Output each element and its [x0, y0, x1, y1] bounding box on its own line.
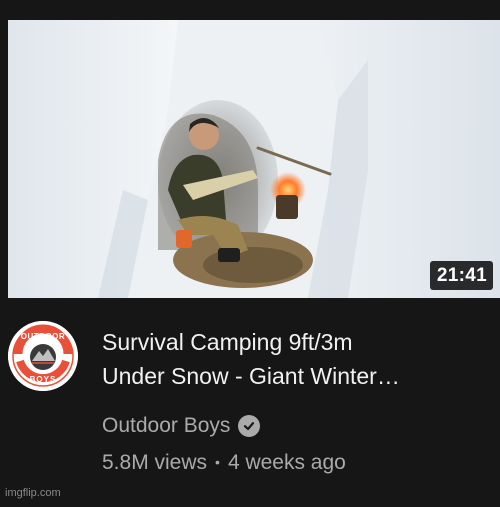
thumbnail-image [8, 20, 500, 298]
video-card[interactable]: 21:41 OUTDOOR BOYS Survival Camping 9ft/… [0, 0, 500, 507]
duration-badge: 21:41 [429, 261, 493, 290]
avatar-top-text: OUTDOOR [21, 332, 65, 341]
video-thumbnail[interactable]: 21:41 [8, 20, 500, 298]
upload-age: 4 weeks ago [227, 451, 346, 474]
watermark: imgflip.com [5, 487, 61, 499]
verified-check-icon [238, 415, 261, 437]
avatar-bottom-text: BOYS [30, 375, 57, 384]
meta-separator: • [215, 454, 220, 470]
outdoor-boys-logo-icon: OUTDOOR BOYS [8, 321, 78, 391]
channel-info[interactable]: Outdoor Boys [102, 414, 261, 438]
video-metadata: 5.8M views • 4 weeks ago [102, 451, 346, 475]
video-title-line-1: Survival Camping 9ft/3m [102, 329, 353, 355]
channel-avatar[interactable]: OUTDOOR BOYS [8, 321, 78, 391]
video-title[interactable]: Survival Camping 9ft/3m Under Snow - Gia… [102, 325, 462, 393]
view-count: 5.8M views [102, 451, 208, 474]
video-title-line-2: Under Snow - Giant Winter… [102, 363, 400, 389]
channel-name[interactable]: Outdoor Boys [102, 414, 230, 438]
